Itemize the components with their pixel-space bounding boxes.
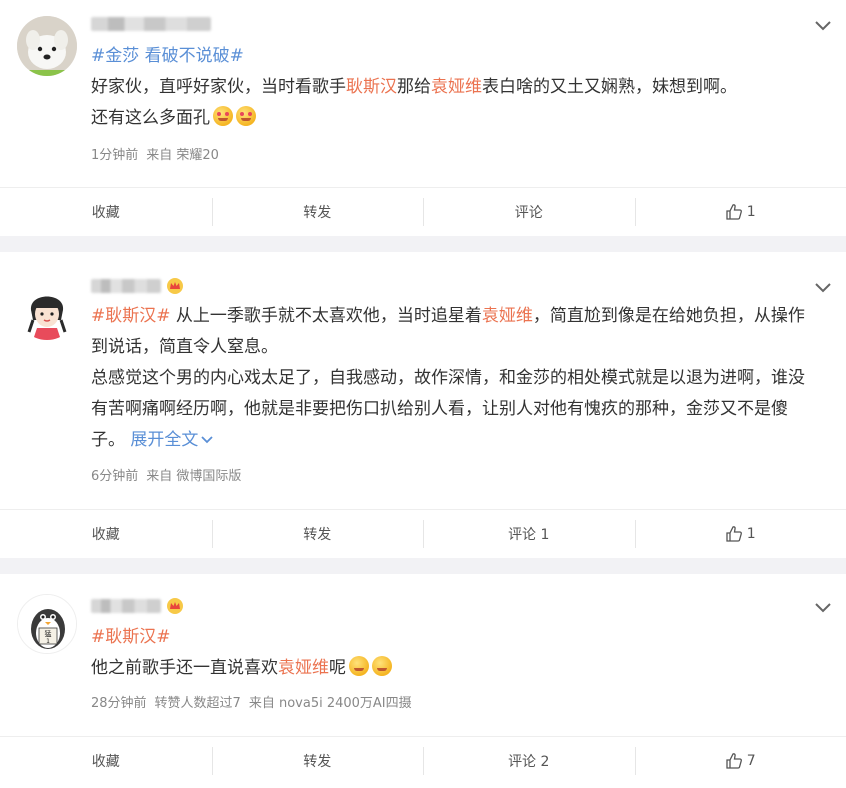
post-meta: 6分钟前 来自 微博国际版 — [91, 465, 249, 484]
action-bar: 收藏 转发 评论 2 7 — [0, 736, 846, 784]
post-time: 6分钟前 — [91, 469, 139, 484]
chevron-down-icon[interactable] — [814, 602, 832, 614]
text: 还有这么多面孔 — [91, 108, 210, 128]
text: 表白啥的又土又娴熟，妹想到啊。 — [482, 77, 737, 97]
svg-text:猛: 猛 — [45, 629, 52, 638]
post-content: #金莎 看破不说破# 好家伙，直呼好家伙，当时看歌手耿斯汉那给袁娅维表白啥的又土… — [91, 41, 811, 134]
svg-text:1: 1 — [46, 638, 50, 645]
action-bar: 收藏 转发 评论 1 1 — [0, 509, 846, 557]
topic-link[interactable]: #耿斯汉# — [91, 306, 171, 326]
text: 呢 — [329, 658, 346, 678]
collect-button[interactable]: 收藏 — [0, 188, 212, 235]
mention-link[interactable]: 袁娅维 — [482, 306, 533, 326]
chevron-down-icon[interactable] — [814, 282, 832, 294]
mention-link[interactable]: 袁娅维 — [278, 658, 329, 678]
topic-link[interactable]: #耿斯汉# — [91, 627, 171, 647]
like-button[interactable]: 1 — [634, 510, 846, 557]
text: 那给 — [397, 77, 431, 97]
comment-button[interactable]: 评论 2 — [423, 737, 635, 784]
blurred-username — [91, 599, 161, 613]
avatar[interactable] — [17, 16, 77, 76]
username[interactable] — [91, 276, 183, 296]
username[interactable] — [91, 596, 183, 616]
like-count: 1 — [746, 203, 756, 220]
post-content: #耿斯汉# 从上一季歌手就不太喜欢他，当时追星着袁娅维，简直尬到像是在给她负担，… — [91, 301, 811, 456]
blurred-username — [91, 17, 211, 31]
smug-face-emoji-icon — [372, 656, 392, 676]
post-forward-like-note: 转赞人数超过7 — [154, 696, 241, 711]
girl-avatar-icon — [17, 280, 77, 340]
thumbs-up-icon — [726, 752, 742, 769]
post-card-1: #金莎 看破不说破# 好家伙，直呼好家伙，当时看歌手耿斯汉那给袁娅维表白啥的又土… — [0, 0, 846, 236]
post-card-2: #耿斯汉# 从上一季歌手就不太喜欢他，当时追星着袁娅维，简直尬到像是在给她负担，… — [0, 252, 846, 558]
blurred-username — [91, 279, 161, 293]
post-time: 1分钟前 — [91, 148, 139, 163]
topic-link[interactable]: #金莎 看破不说破# — [91, 46, 244, 66]
text: 从上一季歌手就不太喜欢他，当时追星着 — [170, 306, 482, 326]
post-content: #耿斯汉# 他之前歌手还一直说喜欢袁娅维呢 — [91, 622, 811, 684]
comment-button[interactable]: 评论 — [423, 188, 635, 235]
like-count: 7 — [746, 752, 756, 769]
like-count: 1 — [746, 525, 756, 542]
love-face-emoji-icon — [236, 106, 256, 126]
avatar[interactable]: 猛 1 — [17, 594, 77, 654]
post-source: 来自 nova5i 2400万AI四摄 — [248, 696, 412, 711]
love-face-emoji-icon — [213, 106, 233, 126]
like-button[interactable]: 1 — [634, 188, 846, 235]
chevron-down-icon — [201, 436, 214, 444]
username[interactable] — [91, 14, 211, 34]
like-button[interactable]: 7 — [634, 737, 846, 784]
post-meta: 1分钟前 来自 荣耀20 — [91, 144, 227, 163]
mention-link[interactable]: 耿斯汉 — [346, 77, 397, 97]
collect-button[interactable]: 收藏 — [0, 510, 212, 557]
post-source: 来自 荣耀20 — [146, 148, 219, 163]
post-meta: 28分钟前 转赞人数超过7 来自 nova5i 2400万AI四摄 — [91, 692, 420, 711]
post-card-3: 猛 1 #耿斯汉# 他之前歌手还一直说喜欢袁娅维呢 28分钟前 转赞人数超过7 来自… — [0, 574, 846, 788]
expand-full-text-link[interactable]: 展开全文 — [130, 430, 214, 450]
post-source: 来自 微博国际版 — [146, 469, 242, 484]
text: 他之前歌手还一直说喜欢 — [91, 658, 278, 678]
collect-button[interactable]: 收藏 — [0, 737, 212, 784]
expand-label: 展开全文 — [130, 430, 199, 450]
forward-button[interactable]: 转发 — [211, 510, 424, 557]
chevron-down-icon[interactable] — [814, 20, 832, 32]
comment-button[interactable]: 评论 1 — [423, 510, 635, 557]
penguin-avatar-icon: 猛 1 — [18, 595, 76, 653]
avatar[interactable] — [17, 280, 77, 340]
thumbs-up-icon — [726, 203, 742, 220]
dog-avatar-icon — [17, 16, 77, 76]
forward-button[interactable]: 转发 — [211, 737, 424, 784]
forward-button[interactable]: 转发 — [211, 188, 424, 235]
crown-badge-icon — [167, 598, 183, 614]
smug-face-emoji-icon — [349, 656, 369, 676]
thumbs-up-icon — [726, 525, 742, 542]
post-time: 28分钟前 — [91, 696, 147, 711]
mention-link[interactable]: 袁娅维 — [431, 77, 482, 97]
crown-badge-icon — [167, 278, 183, 294]
action-bar: 收藏 转发 评论 1 — [0, 187, 846, 235]
text: 好家伙，直呼好家伙，当时看歌手 — [91, 77, 346, 97]
